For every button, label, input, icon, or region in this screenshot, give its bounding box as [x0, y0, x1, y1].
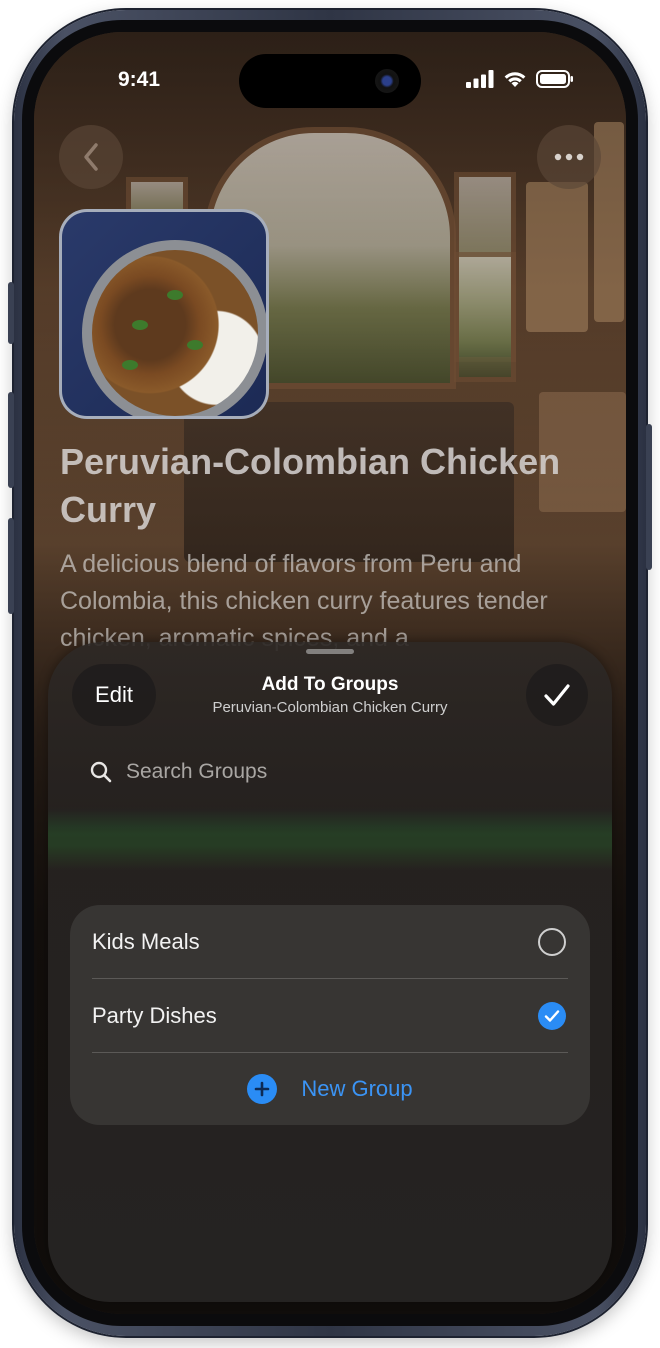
chevron-left-icon	[84, 143, 98, 171]
group-label: Party Dishes	[92, 1003, 217, 1028]
recipe-title: Peruvian-Colombian Chicken Curry	[60, 441, 561, 530]
recipe-image	[59, 209, 269, 419]
sheet-subtitle: Peruvian-Colombian Chicken Curry	[212, 699, 448, 716]
more-button[interactable]	[537, 125, 601, 189]
edit-button[interactable]: Edit	[72, 664, 156, 726]
wifi-icon	[504, 72, 526, 87]
status-icons	[466, 70, 574, 88]
search-input[interactable]	[124, 759, 528, 785]
ellipsis-icon	[554, 153, 584, 161]
dynamic-island	[239, 54, 421, 108]
screen: 9:41 Peruvian-Colombian Chicken Curry A …	[34, 32, 626, 1314]
unselected-circle-icon[interactable]	[538, 928, 566, 956]
back-button[interactable]	[59, 125, 123, 189]
new-group-label: New Group	[301, 1076, 413, 1101]
action-button	[8, 282, 14, 344]
checkmark-icon	[544, 1010, 560, 1022]
checkmark-circle-icon[interactable]	[538, 1002, 566, 1030]
checkmark-icon	[544, 684, 570, 706]
background-glow	[48, 810, 612, 870]
volume-down-button	[8, 518, 14, 614]
recipe-description: A delicious blend of flavors from Peru a…	[60, 550, 548, 652]
group-row-party-dishes[interactable]: Party Dishes	[70, 979, 590, 1053]
kitchen-window	[454, 252, 516, 382]
add-to-groups-sheet: Edit Add To Groups Peruvian-Colombian Ch…	[48, 642, 612, 1302]
group-row-kids-meals[interactable]: Kids Meals	[70, 905, 590, 979]
groups-list: Kids Meals Party Dishes New Group	[70, 905, 590, 1125]
battery-icon	[536, 70, 573, 88]
cabinet	[526, 182, 588, 332]
power-button	[646, 424, 652, 570]
sheet-title: Add To Groups	[261, 674, 399, 695]
camera-icon	[375, 69, 399, 93]
status-time: 9:41	[118, 68, 161, 91]
search-bar[interactable]	[70, 740, 588, 804]
cellular-signal-icon	[466, 70, 494, 88]
plus-circle-icon	[247, 1074, 278, 1104]
new-group-button[interactable]: New Group	[70, 1053, 590, 1125]
done-button[interactable]	[526, 664, 588, 726]
search-icon	[90, 761, 112, 783]
curry-bowl-image	[82, 240, 266, 416]
sheet-grabber[interactable]	[306, 649, 354, 654]
volume-up-button	[8, 392, 14, 488]
group-label: Kids Meals	[92, 929, 200, 954]
